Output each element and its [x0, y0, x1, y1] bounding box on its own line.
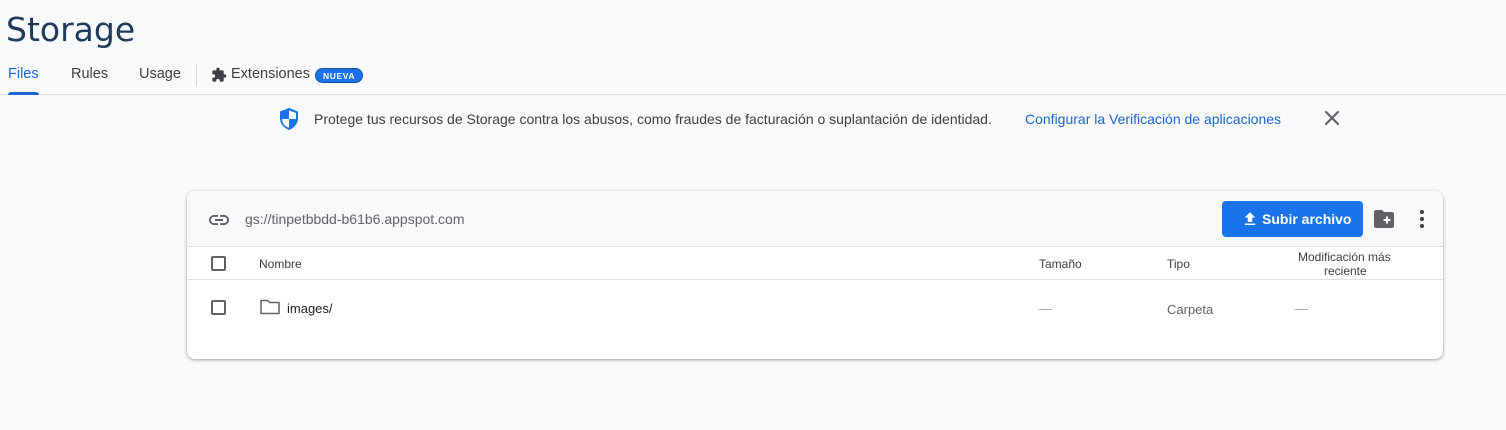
- select-all-checkbox[interactable]: [211, 256, 226, 271]
- column-type[interactable]: Tipo: [1167, 257, 1190, 271]
- close-icon[interactable]: [1321, 107, 1343, 129]
- file-browser-card: gs://tinpetbbdd-b61b6.appspot.com Subir …: [187, 191, 1443, 359]
- tab-usage[interactable]: Usage: [139, 66, 181, 95]
- table-row[interactable]: images/ — Carpeta —: [187, 280, 1443, 320]
- banner-message: Protege tus recursos de Storage contra l…: [314, 111, 992, 127]
- tab-rules[interactable]: Rules: [71, 66, 108, 95]
- new-badge: NUEVA: [315, 68, 364, 83]
- upload-icon: [1244, 212, 1256, 225]
- extension-icon: [211, 67, 227, 88]
- row-modified: —: [1295, 301, 1308, 316]
- row-type: Carpeta: [1167, 302, 1214, 317]
- more-vert-icon[interactable]: [1412, 208, 1432, 235]
- tab-files[interactable]: Files: [8, 66, 39, 95]
- upload-file-button[interactable]: Subir archivo: [1222, 201, 1363, 237]
- upload-file-label: Subir archivo: [1262, 211, 1352, 227]
- link-icon: [207, 208, 231, 237]
- bucket-header: gs://tinpetbbdd-b61b6.appspot.com Subir …: [187, 191, 1443, 247]
- shield-icon: [278, 107, 300, 136]
- column-size[interactable]: Tamaño: [1039, 257, 1082, 271]
- row-checkbox[interactable]: [211, 300, 226, 315]
- column-name[interactable]: Nombre: [259, 257, 302, 271]
- configure-app-check-link[interactable]: Configurar la Verificación de aplicacion…: [1025, 111, 1281, 127]
- page-title: Storage: [6, 10, 136, 49]
- bucket-path[interactable]: gs://tinpetbbdd-b61b6.appspot.com: [245, 211, 465, 227]
- folder-icon: [259, 297, 281, 322]
- tab-extensions[interactable]: Extensiones: [231, 66, 310, 95]
- folder-name[interactable]: images/: [287, 301, 333, 316]
- table-header: Nombre Tamaño Tipo Modificación más reci…: [187, 247, 1443, 280]
- tab-divider: [196, 64, 197, 86]
- create-folder-icon[interactable]: [1372, 208, 1396, 235]
- column-modified-line2[interactable]: reciente: [1324, 264, 1367, 278]
- column-modified-line1[interactable]: Modificación más: [1298, 250, 1391, 264]
- row-size: —: [1039, 301, 1052, 316]
